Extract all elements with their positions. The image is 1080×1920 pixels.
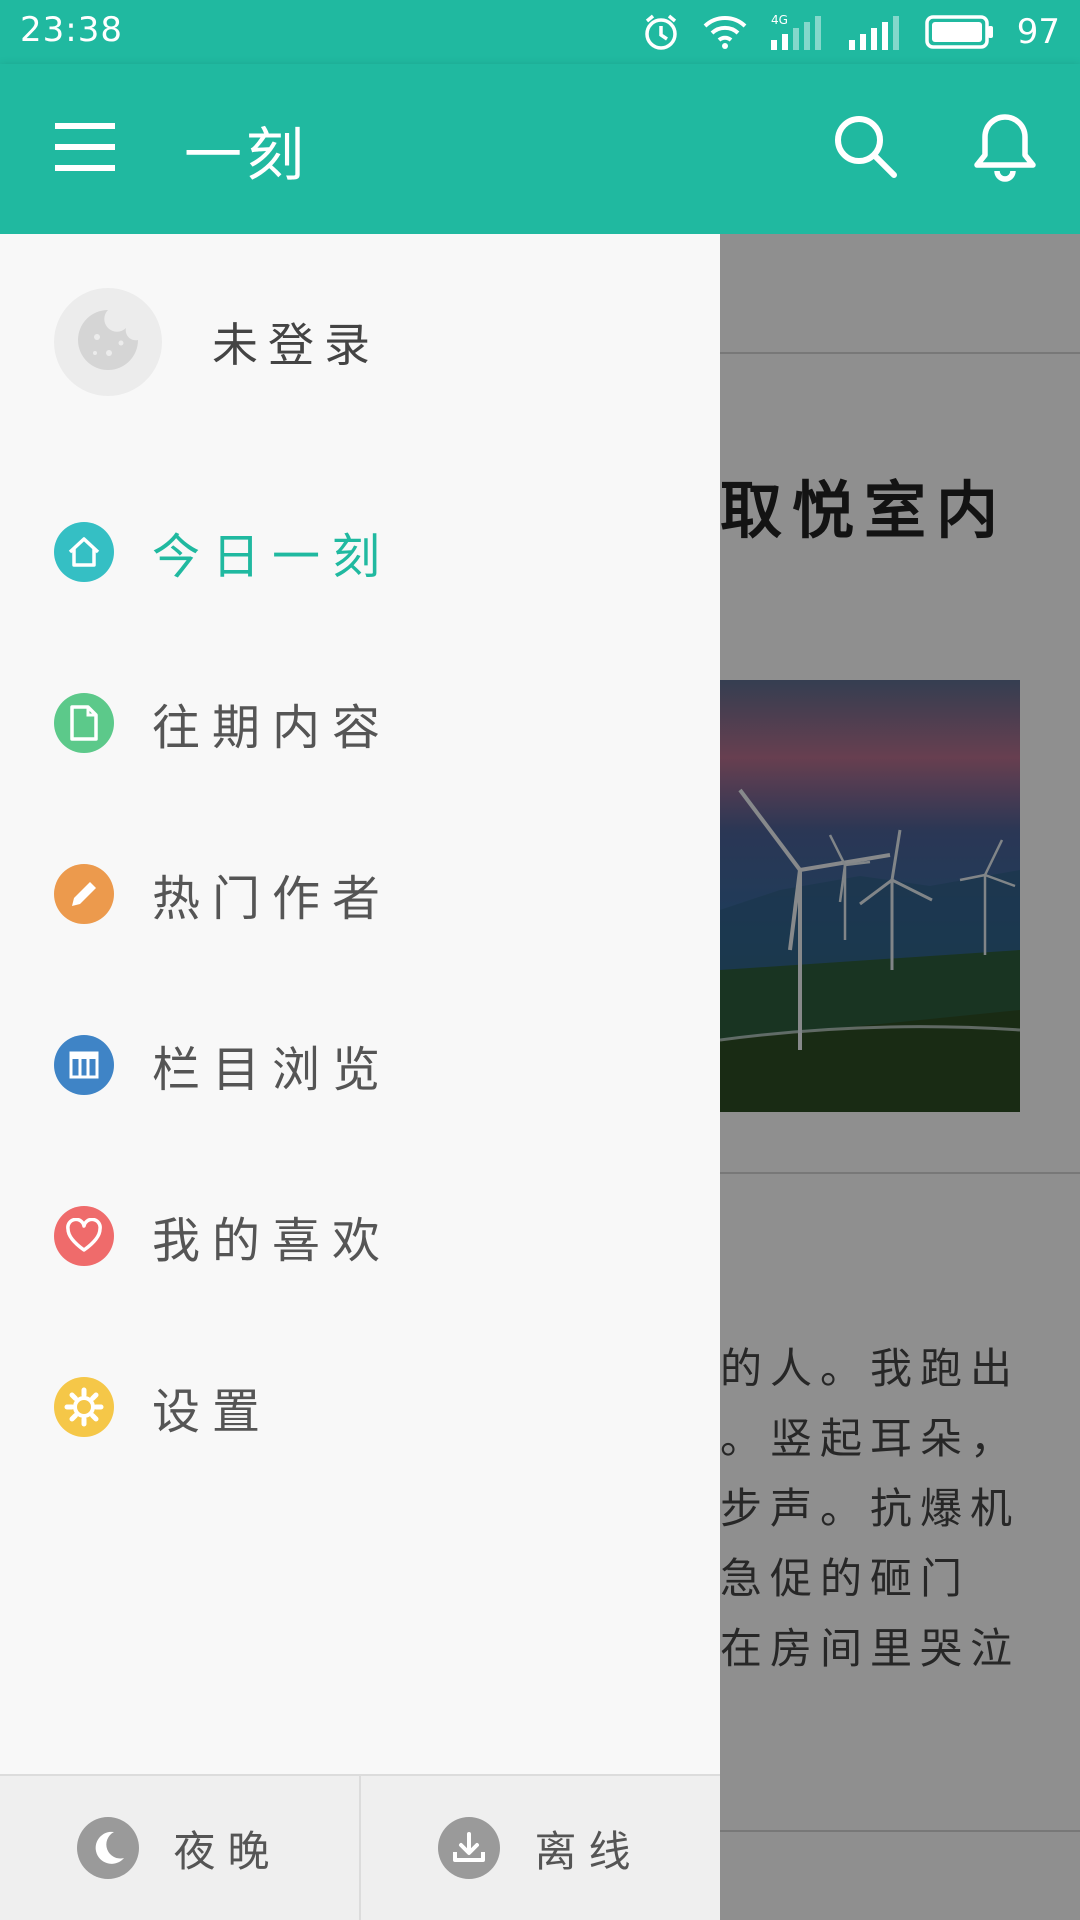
profile-header[interactable]: 未登录 xyxy=(54,288,380,396)
signal-icon xyxy=(847,12,903,52)
pencil-icon xyxy=(54,863,114,924)
hamburger-icon xyxy=(53,121,117,177)
navigation-drawer: 未登录 今日一刻 往期内容 热门作者 栏目浏览 我的喜欢 设置 夜晚 离线 xyxy=(0,234,720,1920)
cookie-icon xyxy=(75,307,141,377)
menu-item-past[interactable]: 往期内容 xyxy=(0,637,720,808)
menu-item-label: 热门作者 xyxy=(152,870,393,927)
search-icon xyxy=(832,113,898,183)
signal-4g-icon: 4G xyxy=(769,12,825,52)
notification-button[interactable] xyxy=(960,104,1050,194)
battery-icon xyxy=(924,14,995,50)
menu-item-label: 栏目浏览 xyxy=(152,1041,393,1098)
search-button[interactable] xyxy=(820,108,910,188)
profile-name: 未登录 xyxy=(212,318,380,372)
heart-icon xyxy=(54,1205,114,1266)
offline-label: 离线 xyxy=(534,1826,643,1876)
download-icon xyxy=(438,1817,501,1879)
menu-item-label: 设置 xyxy=(152,1383,273,1440)
offline-button[interactable]: 离线 xyxy=(359,1776,720,1920)
document-icon xyxy=(54,692,114,753)
alarm-icon xyxy=(641,12,681,52)
bell-icon xyxy=(972,111,1038,187)
menu-item-label: 往期内容 xyxy=(152,699,393,756)
menu-item-label: 今日一刻 xyxy=(152,528,393,585)
gear-icon xyxy=(54,1376,114,1437)
battery-level: 97 xyxy=(1016,12,1060,52)
status-bar: 23:38 4G 97 xyxy=(0,0,1080,64)
columns-icon xyxy=(54,1034,114,1095)
drawer-footer: 夜晚 离线 xyxy=(0,1774,720,1920)
night-mode-button[interactable]: 夜晚 xyxy=(0,1776,359,1920)
status-icons: 4G 97 xyxy=(641,8,1060,56)
drawer-menu: 今日一刻 往期内容 热门作者 栏目浏览 我的喜欢 设置 xyxy=(0,466,720,1492)
night-mode-label: 夜晚 xyxy=(173,1826,282,1876)
menu-item-settings[interactable]: 设置 xyxy=(0,1321,720,1492)
menu-item-label: 我的喜欢 xyxy=(152,1212,393,1269)
wifi-icon xyxy=(703,14,747,50)
menu-button[interactable] xyxy=(40,114,130,184)
app-title: 一刻 xyxy=(184,121,309,189)
status-time: 23:38 xyxy=(20,10,123,50)
moon-icon xyxy=(77,1817,140,1879)
network-type-label: 4G xyxy=(771,13,788,27)
app-bar: 一刻 xyxy=(0,64,1080,234)
menu-item-today[interactable]: 今日一刻 xyxy=(0,466,720,637)
menu-item-columns[interactable]: 栏目浏览 xyxy=(0,979,720,1150)
menu-item-favorites[interactable]: 我的喜欢 xyxy=(0,1150,720,1321)
home-icon xyxy=(54,521,114,582)
avatar xyxy=(54,288,162,396)
menu-item-authors[interactable]: 热门作者 xyxy=(0,808,720,979)
